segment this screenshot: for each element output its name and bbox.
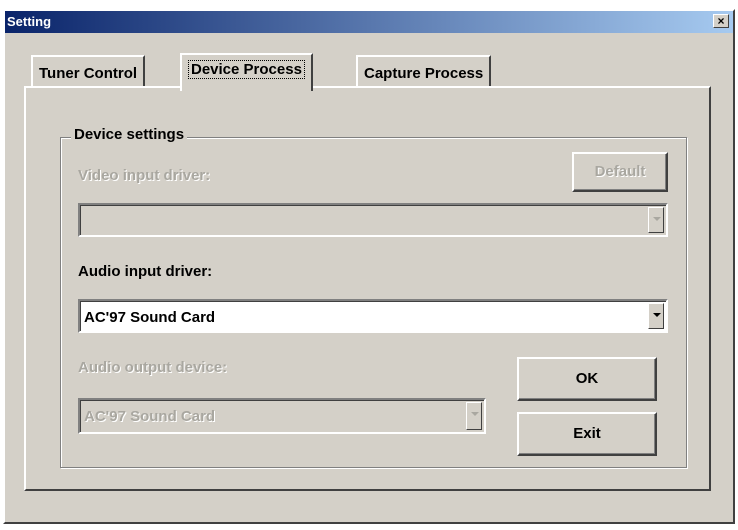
- close-icon: ×: [717, 14, 725, 28]
- default-button[interactable]: Default: [572, 152, 668, 192]
- audio-output-label: Audio output device:: [78, 359, 228, 376]
- tab-label: Device Process: [188, 60, 305, 79]
- chevron-down-icon: [653, 313, 661, 317]
- close-button[interactable]: ×: [713, 14, 729, 28]
- dropdown-button[interactable]: [466, 402, 482, 430]
- tab-capture-process[interactable]: Capture Process: [356, 55, 492, 87]
- title-bar[interactable]: Setting ×: [5, 11, 733, 33]
- device-settings-legend: Device settings: [71, 126, 188, 143]
- tab-label: Tuner Control: [39, 65, 138, 82]
- tab-label: Capture Process: [364, 65, 484, 82]
- audio-input-select[interactable]: AC'97 Sound Card: [78, 299, 668, 333]
- dropdown-button[interactable]: [648, 207, 664, 233]
- audio-output-select[interactable]: AC'97 Sound Card: [78, 398, 486, 434]
- chevron-down-icon: [471, 412, 479, 416]
- audio-input-value: AC'97 Sound Card: [84, 309, 216, 326]
- tab-tuner-control[interactable]: Tuner Control: [31, 55, 146, 87]
- tab-device-process[interactable]: Device Process: [180, 53, 313, 91]
- window-title: Setting: [7, 14, 52, 29]
- audio-input-label: Audio input driver:: [78, 263, 213, 280]
- video-input-label: Video input driver:: [78, 167, 211, 184]
- exit-button[interactable]: Exit: [517, 412, 657, 456]
- video-input-select[interactable]: [78, 203, 668, 237]
- dropdown-button[interactable]: [648, 303, 664, 329]
- chevron-down-icon: [653, 217, 661, 221]
- audio-output-value: AC'97 Sound Card: [84, 408, 216, 425]
- ok-button[interactable]: OK: [517, 357, 657, 401]
